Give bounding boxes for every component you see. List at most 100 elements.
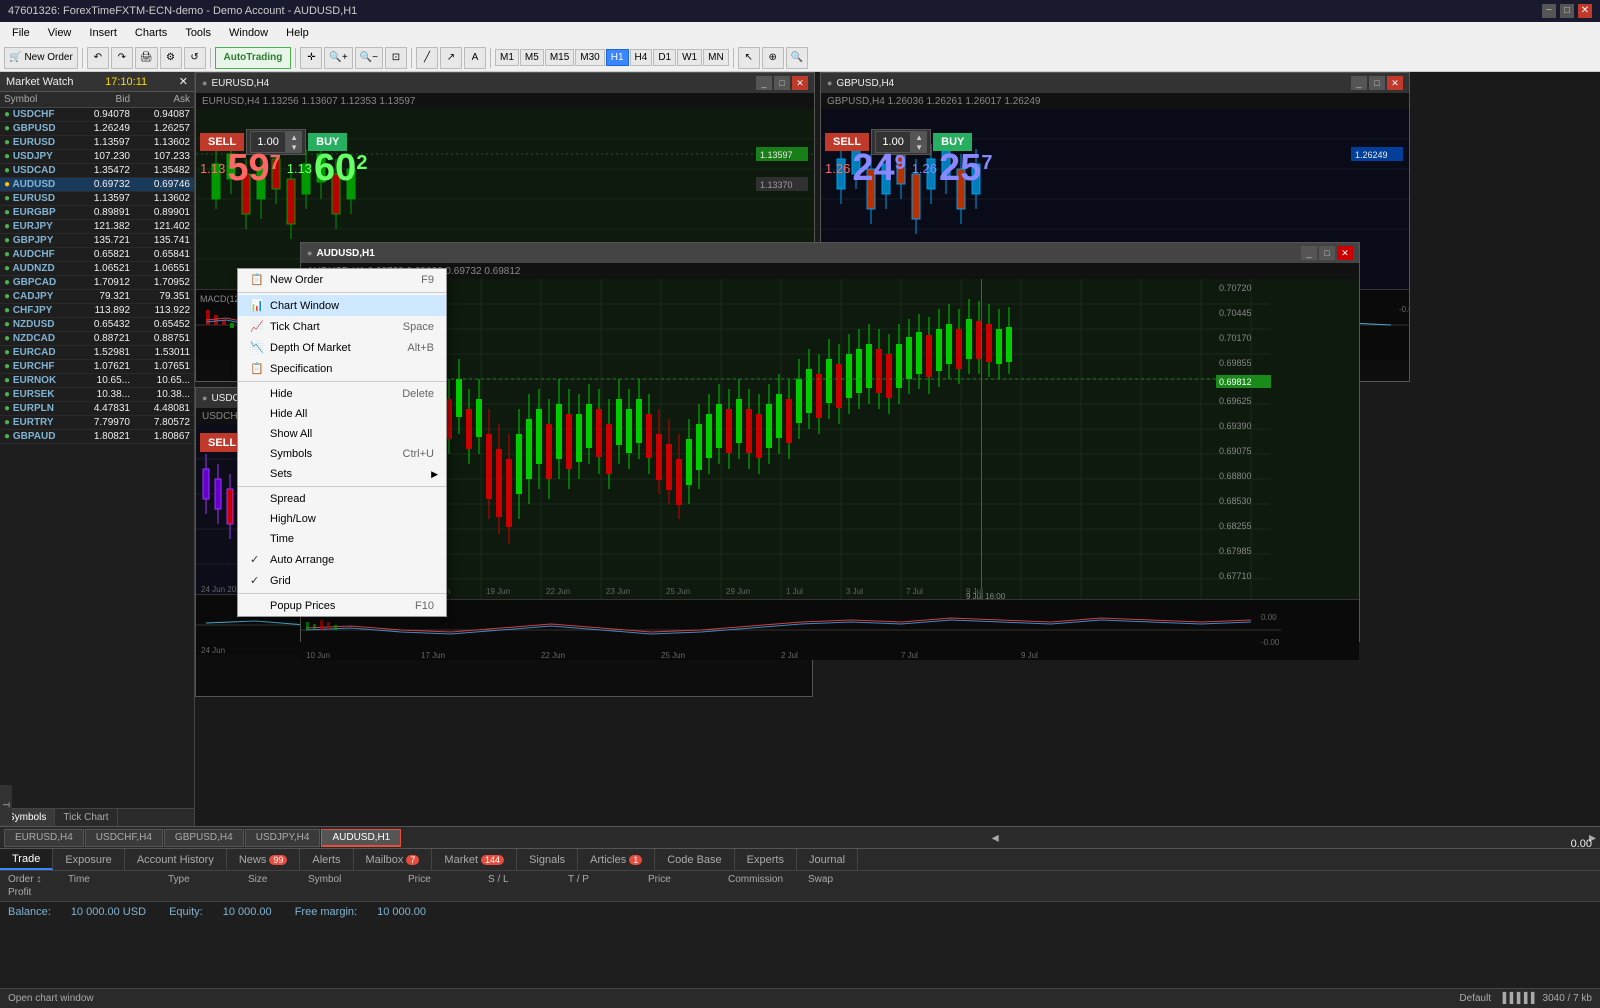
mw-row-eurpln-21[interactable]: ● EURPLN 4.47831 4.48081 xyxy=(0,402,194,416)
tf-m1[interactable]: M1 xyxy=(495,49,519,66)
mw-row-audusd-5[interactable]: ● AUDUSD 0.69732 0.69746 xyxy=(0,178,194,192)
ctx-grid[interactable]: ✓ Grid xyxy=(238,570,446,591)
mw-row-eurcad-17[interactable]: ● EURCAD 1.52981 1.53011 xyxy=(0,346,194,360)
print-button[interactable]: 🖨 xyxy=(135,47,158,69)
mw-row-usdjpy-3[interactable]: ● USDJPY 107.230 107.233 xyxy=(0,150,194,164)
market-watch-close[interactable]: ✕ xyxy=(179,75,188,88)
ctx-specification[interactable]: 📋 Specification xyxy=(238,358,446,379)
gbpusd-close[interactable]: ✕ xyxy=(1387,76,1403,90)
title-bar-controls[interactable]: − □ ✕ xyxy=(1542,4,1592,18)
mw-row-audnzd-11[interactable]: ● AUDNZD 1.06521 1.06551 xyxy=(0,262,194,276)
mw-row-gbpaud-23[interactable]: ● GBPAUD 1.80821 1.80867 xyxy=(0,430,194,444)
tf-m5[interactable]: M5 xyxy=(520,49,544,66)
cursor-button[interactable]: ↖ xyxy=(738,47,760,69)
search-button[interactable]: 🔍 xyxy=(786,47,808,69)
mw-row-eurchf-18[interactable]: ● EURCHF 1.07621 1.07651 xyxy=(0,360,194,374)
eurusd-minimize[interactable]: _ xyxy=(756,76,772,90)
autotrading-button[interactable]: AutoTrading xyxy=(215,47,292,69)
minimize-button[interactable]: − xyxy=(1542,4,1556,18)
arrow-tool-button[interactable]: ↗ xyxy=(440,47,462,69)
chart-tab-usdchf[interactable]: USDCHF,H4 xyxy=(85,829,163,847)
panel-collapse-btn[interactable]: T xyxy=(0,785,12,825)
tf-m30[interactable]: M30 xyxy=(575,49,604,66)
menu-window[interactable]: Window xyxy=(221,22,276,44)
zoom-out-button[interactable]: 🔍− xyxy=(355,47,383,69)
bottom-tab-journal[interactable]: Journal xyxy=(797,849,858,870)
bottom-tab-codebase[interactable]: Code Base xyxy=(655,849,734,870)
menu-charts[interactable]: Charts xyxy=(127,22,175,44)
tf-mn[interactable]: MN xyxy=(703,49,729,66)
ctx-new-order[interactable]: 📋 New Order F9 xyxy=(238,269,446,290)
ctx-depth-market[interactable]: 📉 Depth Of Market Alt+B xyxy=(238,337,446,358)
mw-row-gbpusd-1[interactable]: ● GBPUSD 1.26249 1.26257 xyxy=(0,122,194,136)
eurusd-lot-up[interactable]: ▲ xyxy=(287,132,301,142)
bottom-tab-trade[interactable]: Trade xyxy=(0,849,53,870)
mw-row-eurusd-2[interactable]: ● EURUSD 1.13597 1.13602 xyxy=(0,136,194,150)
tf-h4[interactable]: H4 xyxy=(630,49,653,66)
bottom-tab-alerts[interactable]: Alerts xyxy=(300,849,353,870)
tf-d1[interactable]: D1 xyxy=(653,49,676,66)
gbpusd-minimize[interactable]: _ xyxy=(1351,76,1367,90)
menu-insert[interactable]: Insert xyxy=(81,22,125,44)
zoom-in-button[interactable]: 🔍+ xyxy=(324,47,352,69)
bottom-tab-signals[interactable]: Signals xyxy=(517,849,578,870)
bottom-tab-exposure[interactable]: Exposure xyxy=(53,849,124,870)
chart-tab-usdjpy[interactable]: USDJPY,H4 xyxy=(245,829,321,847)
audusd-chart-main[interactable]: 0.70720 0.70445 0.70170 0.69855 0.69812 … xyxy=(301,279,1359,599)
maximize-button[interactable]: □ xyxy=(1560,4,1574,18)
mw-row-gbpcad-12[interactable]: ● GBPCAD 1.70912 1.70952 xyxy=(0,276,194,290)
mw-row-nzdusd-15[interactable]: ● NZDUSD 0.65432 0.65452 xyxy=(0,318,194,332)
crosshair-button[interactable]: ✛ xyxy=(300,47,322,69)
mw-tab-tickchart[interactable]: Tick Chart xyxy=(55,809,117,826)
crosshair2-button[interactable]: ⊕ xyxy=(762,47,784,69)
fit-button[interactable]: ⊡ xyxy=(385,47,407,69)
ctx-chart-window[interactable]: 📊 Chart Window xyxy=(238,295,446,316)
ctx-show-all[interactable]: Show All xyxy=(238,424,446,444)
bottom-tab-market[interactable]: Market144 xyxy=(432,849,517,870)
ctx-tick-chart[interactable]: 📈 Tick Chart Space xyxy=(238,316,446,337)
mw-row-eurusd-6[interactable]: ● EURUSD 1.13597 1.13602 xyxy=(0,192,194,206)
eurusd-maximize[interactable]: □ xyxy=(774,76,790,90)
text-tool-button[interactable]: A xyxy=(464,47,486,69)
mw-row-audchf-10[interactable]: ● AUDCHF 0.65821 0.65841 xyxy=(0,248,194,262)
close-button[interactable]: ✕ xyxy=(1578,4,1592,18)
gbpusd-maximize[interactable]: □ xyxy=(1369,76,1385,90)
menu-tools[interactable]: Tools xyxy=(177,22,219,44)
refresh-button[interactable]: ↺ xyxy=(184,47,206,69)
tf-w1[interactable]: W1 xyxy=(677,49,702,66)
ctx-spread[interactable]: Spread xyxy=(238,489,446,509)
bottom-tab-articles[interactable]: Articles1 xyxy=(578,849,655,870)
mw-row-usdchf-0[interactable]: ● USDCHF 0.94078 0.94087 xyxy=(0,108,194,122)
ctx-time[interactable]: Time xyxy=(238,529,446,549)
chart-tab-audusd[interactable]: AUDUSD,H1 xyxy=(321,829,401,847)
audusd-minimize[interactable]: _ xyxy=(1301,246,1317,260)
mw-row-chfjpy-14[interactable]: ● CHFJPY 113.892 113.922 xyxy=(0,304,194,318)
mw-row-eurnok-19[interactable]: ● EURNOK 10.65... 10.65... xyxy=(0,374,194,388)
new-order-button[interactable]: 🛒 New Order xyxy=(4,47,78,69)
mw-row-eursek-20[interactable]: ● EURSEK 10.38... 10.38... xyxy=(0,388,194,402)
bottom-tab-mailbox[interactable]: Mailbox7 xyxy=(354,849,433,870)
undo-button[interactable]: ↶ xyxy=(87,47,109,69)
eurusd-chart-controls[interactable]: _ □ ✕ xyxy=(756,76,808,90)
ctx-hide-all[interactable]: Hide All xyxy=(238,404,446,424)
audusd-close[interactable]: ✕ xyxy=(1337,246,1353,260)
ctx-auto-arrange[interactable]: ✓ Auto Arrange xyxy=(238,549,446,570)
ctx-high-low[interactable]: High/Low xyxy=(238,509,446,529)
eurusd-close[interactable]: ✕ xyxy=(792,76,808,90)
tf-m15[interactable]: M15 xyxy=(545,49,574,66)
menu-file[interactable]: File xyxy=(4,22,38,44)
chart-tab-eurusd[interactable]: EURUSD,H4 xyxy=(4,829,84,847)
menu-view[interactable]: View xyxy=(40,22,80,44)
chart-tab-gbpusd[interactable]: GBPUSD,H4 xyxy=(164,829,244,847)
mw-row-usdcad-4[interactable]: ● USDCAD 1.35472 1.35482 xyxy=(0,164,194,178)
ctx-symbols[interactable]: Symbols Ctrl+U xyxy=(238,444,446,464)
audusd-chart-controls[interactable]: _ □ ✕ xyxy=(1301,246,1353,260)
chart-tab-scroll-left[interactable]: ◂ xyxy=(992,829,999,846)
mw-row-gbpjpy-9[interactable]: ● GBPJPY 135.721 135.741 xyxy=(0,234,194,248)
redo-button[interactable]: ↷ xyxy=(111,47,133,69)
mw-row-cadjpy-13[interactable]: ● CADJPY 79.321 79.351 xyxy=(0,290,194,304)
gbpusd-lot-up[interactable]: ▲ xyxy=(912,132,926,142)
mw-row-eurgbp-7[interactable]: ● EURGBP 0.89891 0.89901 xyxy=(0,206,194,220)
audusd-maximize[interactable]: □ xyxy=(1319,246,1335,260)
ctx-hide[interactable]: Hide Delete xyxy=(238,384,446,404)
